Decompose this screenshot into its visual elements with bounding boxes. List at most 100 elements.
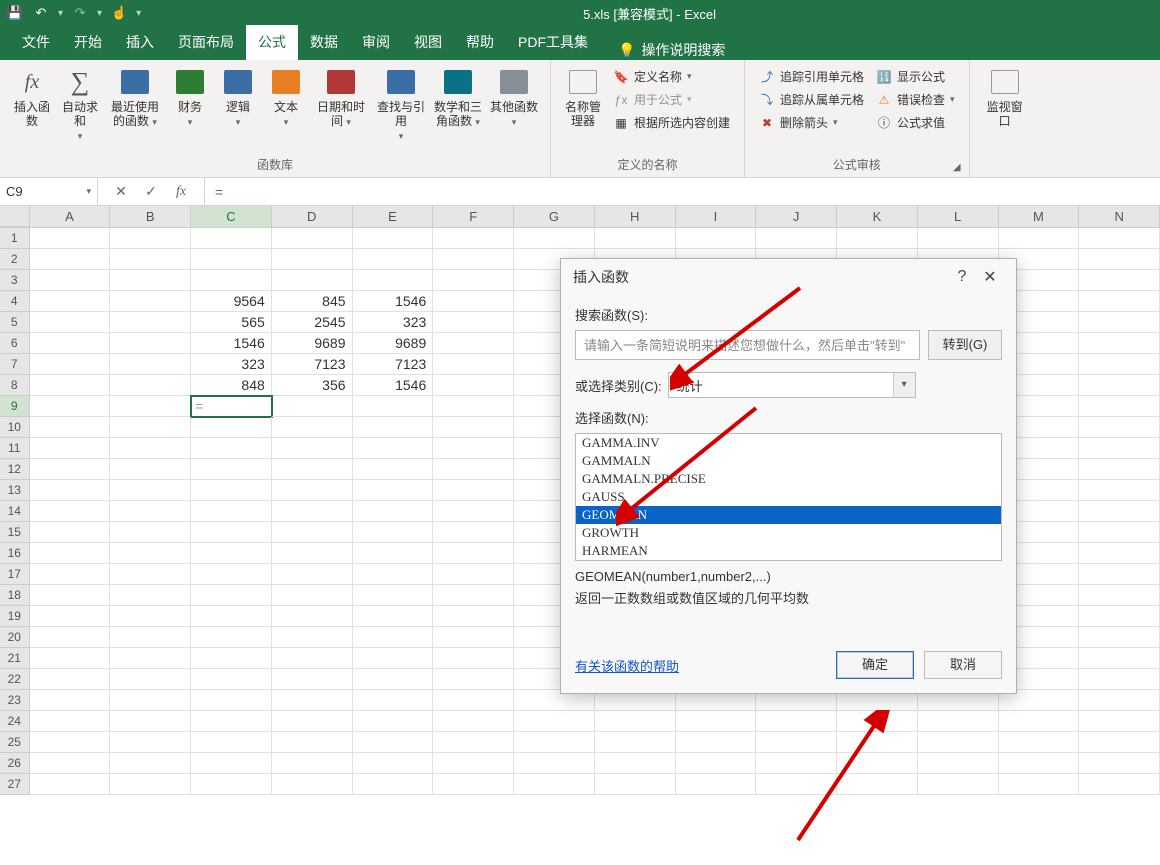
cell[interactable] (110, 669, 191, 690)
cell[interactable] (1079, 480, 1160, 501)
cell[interactable] (595, 753, 676, 774)
cell[interactable] (110, 543, 191, 564)
row-header[interactable]: 16 (0, 543, 30, 564)
cell[interactable] (433, 375, 514, 396)
cell[interactable] (1079, 270, 1160, 291)
cell[interactable] (272, 774, 353, 795)
cell[interactable] (756, 753, 837, 774)
column-header[interactable]: J (756, 206, 837, 227)
cell[interactable] (433, 291, 514, 312)
row-header[interactable]: 15 (0, 522, 30, 543)
row-header[interactable]: 20 (0, 627, 30, 648)
cell[interactable] (30, 249, 111, 270)
cell[interactable] (30, 270, 111, 291)
cell[interactable]: 1546 (191, 333, 272, 354)
cell[interactable] (1079, 438, 1160, 459)
cell[interactable] (1079, 627, 1160, 648)
text-button[interactable]: 文本▾ (262, 64, 310, 154)
cell[interactable] (272, 480, 353, 501)
cell[interactable] (433, 585, 514, 606)
row-header[interactable]: 13 (0, 480, 30, 501)
row-header[interactable]: 3 (0, 270, 30, 291)
cell[interactable]: 9564 (191, 291, 272, 312)
cell[interactable] (110, 291, 191, 312)
tab-pdftools[interactable]: PDF工具集 (506, 25, 600, 60)
cell[interactable] (1079, 711, 1160, 732)
column-header[interactable]: B (110, 206, 191, 227)
cell[interactable] (191, 270, 272, 291)
cell[interactable] (433, 564, 514, 585)
row-header[interactable]: 18 (0, 585, 30, 606)
function-list-item[interactable]: GROWTH (576, 524, 1001, 542)
cell[interactable]: 1546 (353, 291, 434, 312)
name-manager-button[interactable]: 名称管理器 (559, 64, 607, 154)
error-checking-button[interactable]: ⚠错误检查 ▾ (876, 91, 955, 108)
row-header[interactable]: 22 (0, 669, 30, 690)
tab-review[interactable]: 审阅 (350, 25, 402, 60)
cell[interactable] (272, 690, 353, 711)
financial-button[interactable]: 财务▾ (166, 64, 214, 154)
cell[interactable]: 845 (272, 291, 353, 312)
cell[interactable] (353, 543, 434, 564)
cell[interactable] (30, 627, 111, 648)
cell[interactable] (191, 249, 272, 270)
name-box[interactable]: C9 ▾ (0, 178, 98, 205)
cell[interactable] (1079, 459, 1160, 480)
tab-view[interactable]: 视图 (402, 25, 454, 60)
cell[interactable] (191, 711, 272, 732)
cell[interactable] (191, 627, 272, 648)
cell[interactable] (514, 753, 595, 774)
cell[interactable] (837, 732, 918, 753)
column-header[interactable]: H (595, 206, 676, 227)
cell[interactable] (110, 396, 191, 417)
cell[interactable] (353, 249, 434, 270)
cell[interactable] (433, 732, 514, 753)
cell[interactable] (1079, 354, 1160, 375)
cell[interactable] (110, 333, 191, 354)
cell[interactable] (110, 585, 191, 606)
cell[interactable] (918, 774, 999, 795)
column-header[interactable]: D (272, 206, 353, 227)
tab-help[interactable]: 帮助 (454, 25, 506, 60)
cell[interactable] (30, 774, 111, 795)
cell[interactable] (353, 396, 434, 417)
cell[interactable] (191, 753, 272, 774)
cell[interactable] (676, 753, 757, 774)
cell[interactable] (1079, 648, 1160, 669)
cell[interactable] (1079, 606, 1160, 627)
math-trig-button[interactable]: 数学和三角函数 ▾ (430, 64, 486, 154)
cell[interactable] (272, 627, 353, 648)
cell[interactable] (433, 606, 514, 627)
cell[interactable] (272, 501, 353, 522)
cell[interactable] (272, 564, 353, 585)
cell[interactable] (191, 774, 272, 795)
cell[interactable] (353, 459, 434, 480)
cell[interactable] (433, 354, 514, 375)
cell[interactable] (191, 501, 272, 522)
cell[interactable]: 323 (191, 354, 272, 375)
row-header[interactable]: 8 (0, 375, 30, 396)
cell[interactable] (30, 669, 111, 690)
dialog-launcher-icon[interactable]: ◢ (953, 162, 961, 173)
cell[interactable] (30, 648, 111, 669)
cell[interactable] (433, 690, 514, 711)
cell[interactable] (353, 711, 434, 732)
cell[interactable] (110, 228, 191, 249)
function-list-item[interactable]: GAMMALN.PRECISE (576, 470, 1001, 488)
row-header[interactable]: 14 (0, 501, 30, 522)
column-header[interactable]: G (514, 206, 595, 227)
row-header[interactable]: 17 (0, 564, 30, 585)
show-formulas-button[interactable]: 🔢显示公式 (876, 68, 955, 85)
cell[interactable] (191, 522, 272, 543)
cell[interactable] (110, 480, 191, 501)
cell[interactable] (30, 690, 111, 711)
close-button[interactable]: ✕ (976, 267, 1004, 287)
cell[interactable] (191, 690, 272, 711)
search-function-input[interactable]: 请输入一条简短说明来描述您想做什么，然后单击"转到" (575, 330, 920, 360)
redo-icon[interactable]: ↷ (69, 2, 91, 24)
insert-function-button[interactable]: fx 插入函数 (8, 64, 56, 154)
trace-precedents-button[interactable]: ⤴追踪引用单元格 (759, 68, 864, 85)
cell[interactable] (1079, 501, 1160, 522)
cell[interactable] (1079, 690, 1160, 711)
cell[interactable] (433, 627, 514, 648)
